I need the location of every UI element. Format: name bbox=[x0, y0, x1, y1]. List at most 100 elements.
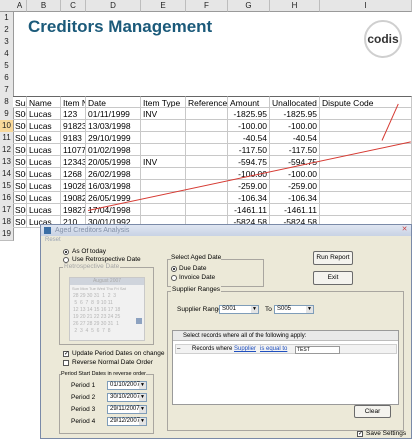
table-cell[interactable]: 29/10/1999 bbox=[86, 132, 141, 144]
table-cell[interactable]: -1825.95 bbox=[228, 108, 270, 120]
table-header-cell[interactable]: Unallocated bbox=[270, 96, 320, 108]
table-cell[interactable]: -259.00 bbox=[228, 180, 270, 192]
table-cell[interactable] bbox=[186, 144, 228, 156]
table-cell[interactable]: -594.75 bbox=[228, 156, 270, 168]
table-cell[interactable]: S001 bbox=[13, 132, 27, 144]
table-cell[interactable]: -100.00 bbox=[270, 120, 320, 132]
table-cell[interactable] bbox=[141, 204, 186, 216]
table-header-cell[interactable]: Dispute Code bbox=[320, 96, 412, 108]
table-cell[interactable] bbox=[320, 180, 412, 192]
table-cell[interactable]: 13/03/1998 bbox=[86, 120, 141, 132]
close-icon[interactable]: ✕ bbox=[400, 226, 409, 234]
table-header-cell[interactable]: Supplier bbox=[13, 96, 27, 108]
table-cell[interactable]: S001 bbox=[13, 168, 27, 180]
table-cell[interactable]: S001 bbox=[13, 108, 27, 120]
table-cell[interactable]: -117.50 bbox=[270, 144, 320, 156]
table-cell[interactable]: 190283 bbox=[61, 180, 86, 192]
supplier-to-select[interactable]: S005 ▼ bbox=[274, 305, 314, 314]
table-cell[interactable]: -40.54 bbox=[270, 132, 320, 144]
table-cell[interactable]: -1461.11 bbox=[270, 204, 320, 216]
table-cell[interactable]: Lucas bbox=[27, 192, 61, 204]
table-cell[interactable]: 16/03/1998 bbox=[86, 180, 141, 192]
table-cell[interactable] bbox=[320, 108, 412, 120]
table-cell[interactable]: Lucas bbox=[27, 144, 61, 156]
column-header-b[interactable]: B bbox=[27, 0, 61, 12]
table-cell[interactable]: S001 bbox=[13, 156, 27, 168]
table-cell[interactable] bbox=[141, 144, 186, 156]
table-cell[interactable]: 26/05/1999 bbox=[86, 192, 141, 204]
column-header-g[interactable]: G bbox=[228, 0, 270, 12]
table-cell[interactable]: S001 bbox=[13, 120, 27, 132]
table-cell[interactable]: -259.00 bbox=[270, 180, 320, 192]
table-cell[interactable]: -40.54 bbox=[228, 132, 270, 144]
table-cell[interactable] bbox=[186, 168, 228, 180]
table-cell[interactable]: 01/02/1998 bbox=[86, 144, 141, 156]
table-cell[interactable]: 9183 bbox=[61, 132, 86, 144]
save-settings-checkbox[interactable]: ✓ bbox=[357, 431, 363, 437]
table-cell[interactable]: Lucas bbox=[27, 120, 61, 132]
period-date-picker[interactable]: 01/10/2007 ▼ bbox=[107, 381, 147, 390]
table-cell[interactable]: Lucas bbox=[27, 132, 61, 144]
table-cell[interactable]: 123435 bbox=[61, 156, 86, 168]
remove-filter-button[interactable]: – bbox=[177, 345, 180, 353]
table-cell[interactable] bbox=[186, 108, 228, 120]
exit-button[interactable]: Exit bbox=[313, 271, 353, 285]
reverse-order-checkbox[interactable] bbox=[63, 360, 69, 366]
table-header-cell[interactable]: Reference bbox=[186, 96, 228, 108]
table-cell[interactable]: S001 bbox=[13, 180, 27, 192]
column-header-i[interactable]: I bbox=[320, 0, 412, 12]
table-cell[interactable] bbox=[320, 168, 412, 180]
table-header-cell[interactable]: Item Type bbox=[141, 96, 186, 108]
row-header-19[interactable]: 19 bbox=[0, 228, 14, 241]
table-cell[interactable] bbox=[186, 204, 228, 216]
table-header-cell[interactable]: Amount bbox=[228, 96, 270, 108]
table-cell[interactable]: 91823 bbox=[61, 120, 86, 132]
table-cell[interactable]: 123 bbox=[61, 108, 86, 120]
table-cell[interactable]: 17/04/1998 bbox=[86, 204, 141, 216]
table-cell[interactable]: -1461.11 bbox=[228, 204, 270, 216]
invoice-date-radio[interactable] bbox=[171, 275, 177, 281]
supplier-from-select[interactable]: S001 ▼ bbox=[219, 305, 259, 314]
table-cell[interactable]: Lucas bbox=[27, 168, 61, 180]
supplier-field-link[interactable]: Supplier bbox=[234, 345, 256, 353]
operator-link[interactable]: is equal to bbox=[260, 345, 287, 353]
table-cell[interactable]: INV bbox=[141, 108, 186, 120]
table-cell[interactable]: 1268 bbox=[61, 168, 86, 180]
clear-button[interactable]: Clear bbox=[354, 405, 391, 418]
column-header-d[interactable]: D bbox=[86, 0, 141, 12]
table-cell[interactable] bbox=[320, 132, 412, 144]
update-period-checkbox[interactable]: ✓ bbox=[63, 351, 69, 357]
select-all-corner[interactable] bbox=[0, 0, 14, 12]
due-date-radio[interactable] bbox=[171, 266, 177, 272]
as-of-today-radio[interactable] bbox=[63, 249, 69, 255]
table-cell[interactable]: -100.00 bbox=[228, 120, 270, 132]
table-cell[interactable]: 198273 bbox=[61, 204, 86, 216]
table-header-cell[interactable]: Date bbox=[86, 96, 141, 108]
reset-menu[interactable]: Reset bbox=[45, 237, 61, 243]
table-cell[interactable]: 01/11/1999 bbox=[86, 108, 141, 120]
column-header-h[interactable]: H bbox=[270, 0, 320, 12]
table-cell[interactable]: -106.34 bbox=[228, 192, 270, 204]
period-date-picker[interactable]: 30/10/2007 ▼ bbox=[107, 393, 147, 402]
table-cell[interactable]: Lucas bbox=[27, 180, 61, 192]
table-cell[interactable] bbox=[141, 132, 186, 144]
table-cell[interactable]: INV bbox=[141, 156, 186, 168]
run-report-button[interactable]: Run Report bbox=[313, 251, 353, 265]
table-cell[interactable]: -117.50 bbox=[228, 144, 270, 156]
table-cell[interactable] bbox=[186, 120, 228, 132]
period-date-picker[interactable]: 29/11/2007 ▼ bbox=[107, 405, 147, 414]
table-cell[interactable]: S001 bbox=[13, 144, 27, 156]
table-header-cell[interactable]: Item Number bbox=[61, 96, 86, 108]
table-cell[interactable] bbox=[186, 192, 228, 204]
table-cell[interactable] bbox=[141, 168, 186, 180]
table-cell[interactable]: 190823 bbox=[61, 192, 86, 204]
table-cell[interactable] bbox=[320, 120, 412, 132]
filter-value-input[interactable]: TEST bbox=[295, 346, 340, 354]
column-header-a[interactable]: A bbox=[13, 0, 27, 12]
table-header-cell[interactable]: Name bbox=[27, 96, 61, 108]
column-header-f[interactable]: F bbox=[186, 0, 228, 12]
period-date-picker[interactable]: 29/12/2007 ▼ bbox=[107, 417, 147, 426]
calendar-days[interactable]: 28 29 30 31 1 2 3 5 6 7 8 9 10 11 12 13 … bbox=[73, 293, 120, 335]
table-cell[interactable] bbox=[141, 120, 186, 132]
table-cell[interactable]: 110770 bbox=[61, 144, 86, 156]
